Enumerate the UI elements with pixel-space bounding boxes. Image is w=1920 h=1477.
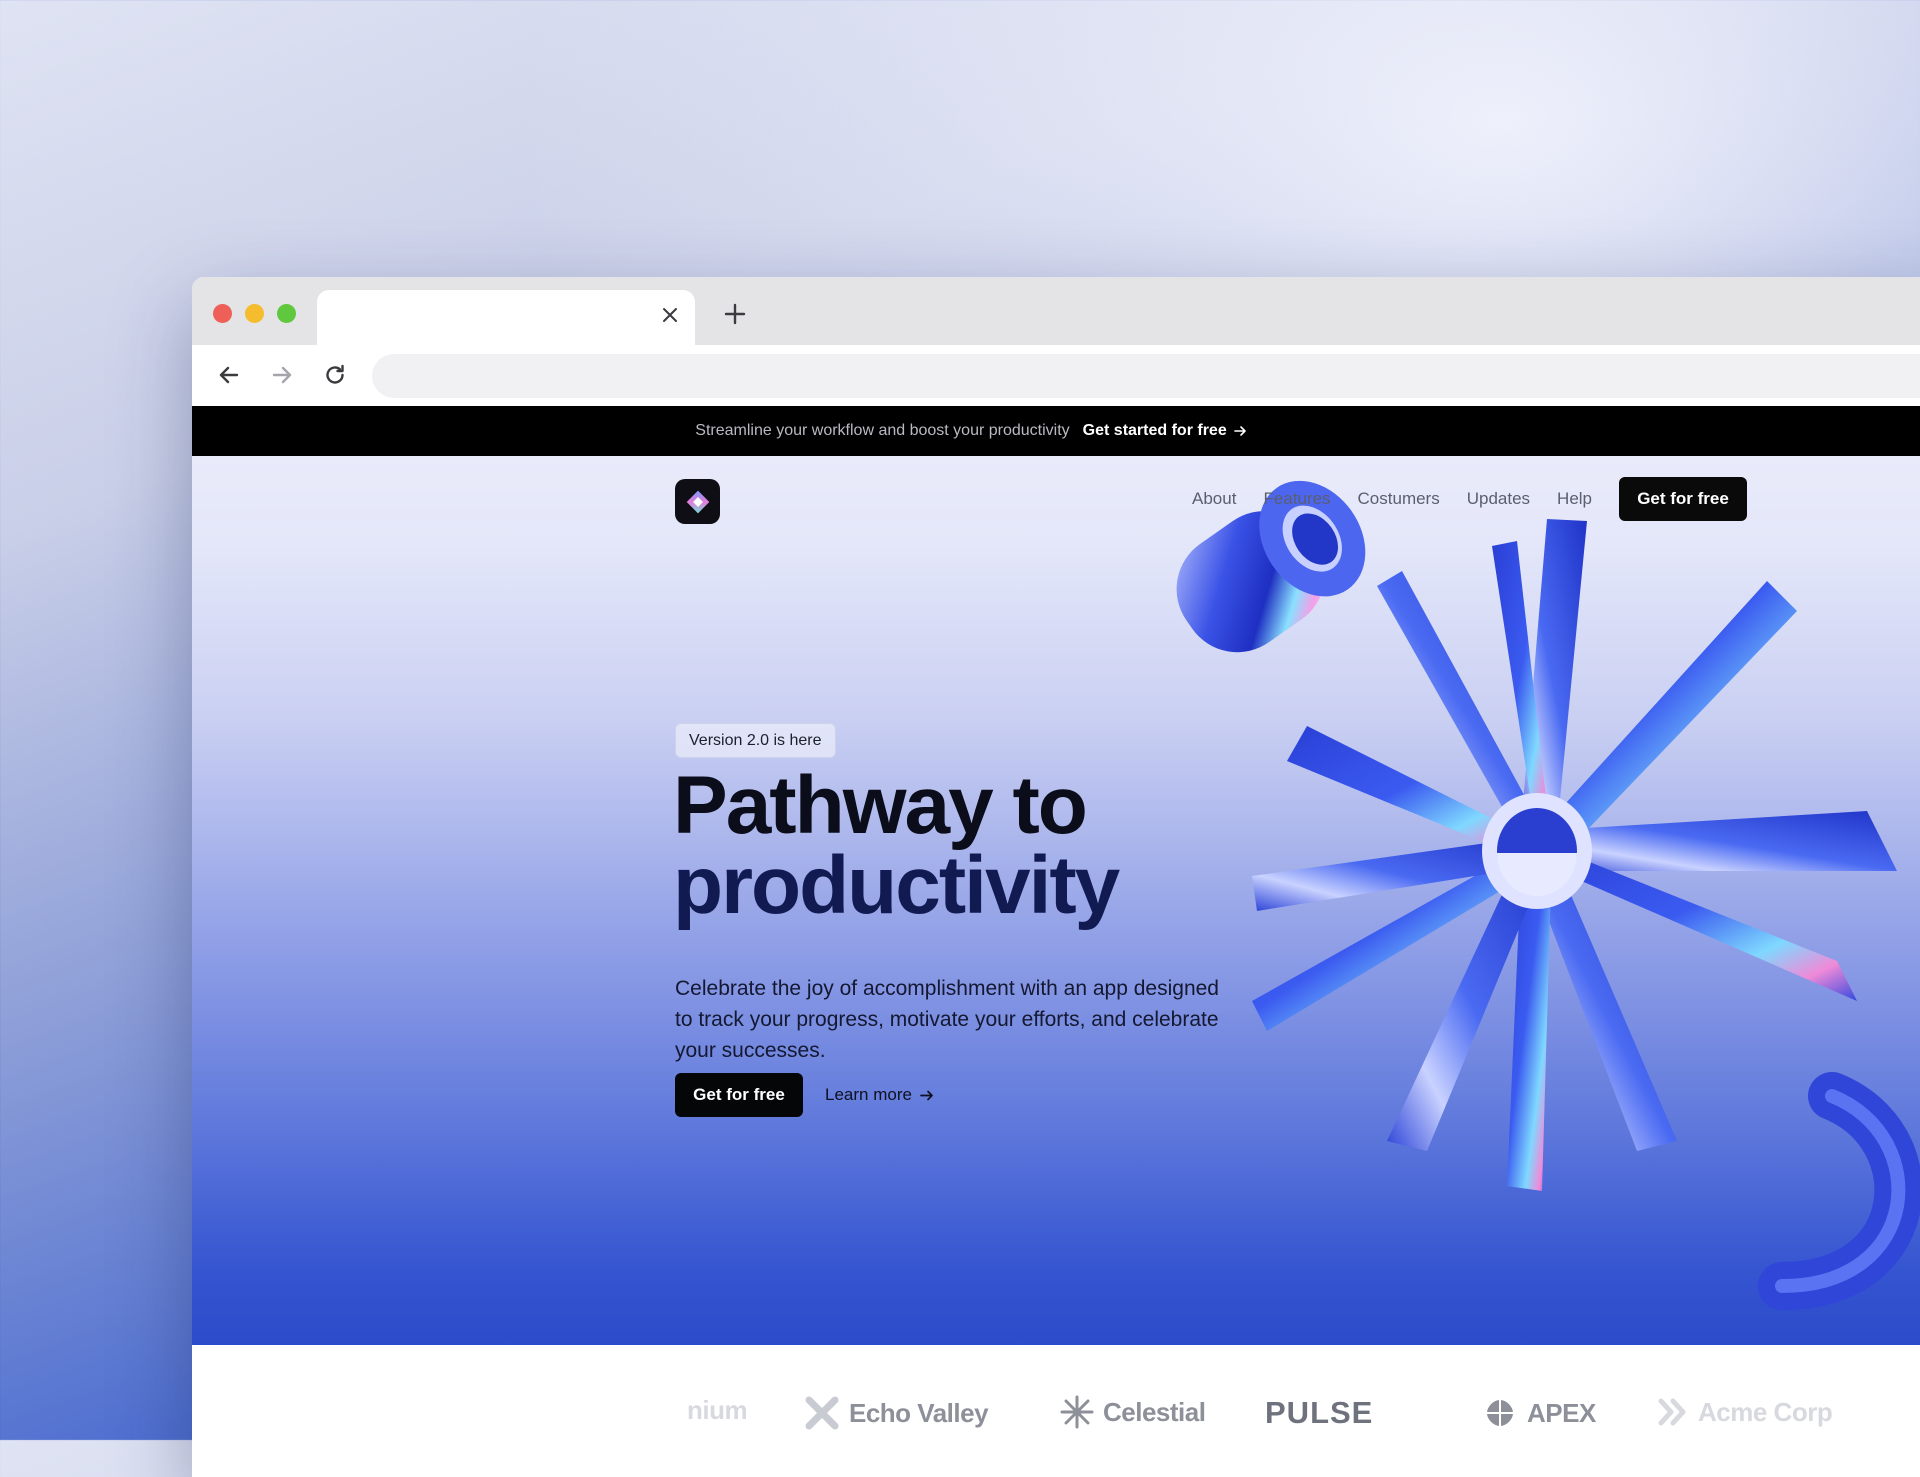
hero-headline: Pathway to productivity — [673, 765, 1233, 927]
brand-apex: APEX — [1482, 1395, 1596, 1431]
learn-more-label: Learn more — [825, 1085, 912, 1104]
sparkle-icon — [1060, 1395, 1094, 1429]
blob-icon — [1484, 1397, 1516, 1429]
plus-icon[interactable] — [722, 301, 748, 327]
version-badge: Version 2.0 is here — [675, 723, 836, 758]
close-window-button[interactable] — [213, 304, 232, 323]
brand-celestial: Celestial — [1060, 1395, 1206, 1429]
brand-apex-label: APEX — [1527, 1397, 1596, 1428]
announcement-bar: Streamline your workflow and boost your … — [192, 406, 1920, 456]
web-page: Streamline your workflow and boost your … — [192, 406, 1920, 1477]
learn-more-link[interactable]: Learn more — [825, 1073, 934, 1117]
hero-section: About Features Costumers Updates Help Ge… — [192, 456, 1920, 1345]
x-shape-icon — [805, 1396, 839, 1430]
brand-echo-valley: Echo Valley — [804, 1395, 989, 1431]
forward-arrow-icon[interactable] — [268, 361, 296, 389]
nav-about[interactable]: About — [1192, 489, 1236, 509]
back-arrow-icon[interactable] — [215, 361, 243, 389]
brand-celestial-label: Celestial — [1103, 1396, 1206, 1427]
arrow-right-icon — [920, 1090, 933, 1100]
browser-tab[interactable] — [317, 290, 695, 345]
nav-updates[interactable]: Updates — [1467, 489, 1530, 509]
tab-strip — [192, 277, 1920, 345]
browser-toolbar — [192, 345, 1920, 406]
brand-acme-corp: Acme Corp — [1655, 1395, 1833, 1429]
logo-cloud: nium Echo Valley Celestial PULSE APEX Ac… — [192, 1345, 1920, 1477]
curved-tube-shape — [1758, 1072, 1920, 1310]
address-bar[interactable] — [372, 354, 1920, 398]
brand-logo[interactable] — [675, 479, 720, 524]
maximize-window-button[interactable] — [277, 304, 296, 323]
diamond-logo-icon — [686, 490, 709, 513]
headline-line-1: Pathway to — [673, 760, 1088, 851]
brand-echo-valley-label: Echo Valley — [849, 1397, 989, 1428]
arrow-right-icon — [1233, 426, 1246, 436]
nav-help[interactable]: Help — [1557, 489, 1592, 509]
brand-pulse: PULSE — [1265, 1395, 1374, 1430]
nav-get-for-free-button[interactable]: Get for free — [1619, 477, 1748, 521]
starburst-shape — [1252, 519, 1897, 1191]
get-started-link[interactable]: Get started for free — [1083, 422, 1247, 440]
close-icon[interactable] — [659, 304, 681, 326]
get-for-free-button[interactable]: Get for free — [675, 1073, 803, 1117]
brand-partial-left: nium — [687, 1395, 748, 1425]
get-started-label: Get started for free — [1082, 422, 1227, 439]
announcement-text: Streamline your workflow and boost your … — [695, 422, 1070, 439]
nav-features[interactable]: Features — [1263, 489, 1330, 509]
hero-subtext: Celebrate the joy of accomplishment with… — [675, 977, 1219, 1062]
headline-line-2: productivity — [673, 840, 1120, 931]
minimize-window-button[interactable] — [245, 304, 264, 323]
brand-acme-corp-label: Acme Corp — [1698, 1396, 1833, 1427]
nav-costumers[interactable]: Costumers — [1358, 489, 1440, 509]
browser-window: Streamline your workflow and boost your … — [192, 277, 1920, 1477]
main-nav: About Features Costumers Updates Help Ge… — [1192, 477, 1748, 521]
chevron-double-icon — [1658, 1398, 1686, 1426]
reload-icon[interactable] — [321, 361, 349, 389]
